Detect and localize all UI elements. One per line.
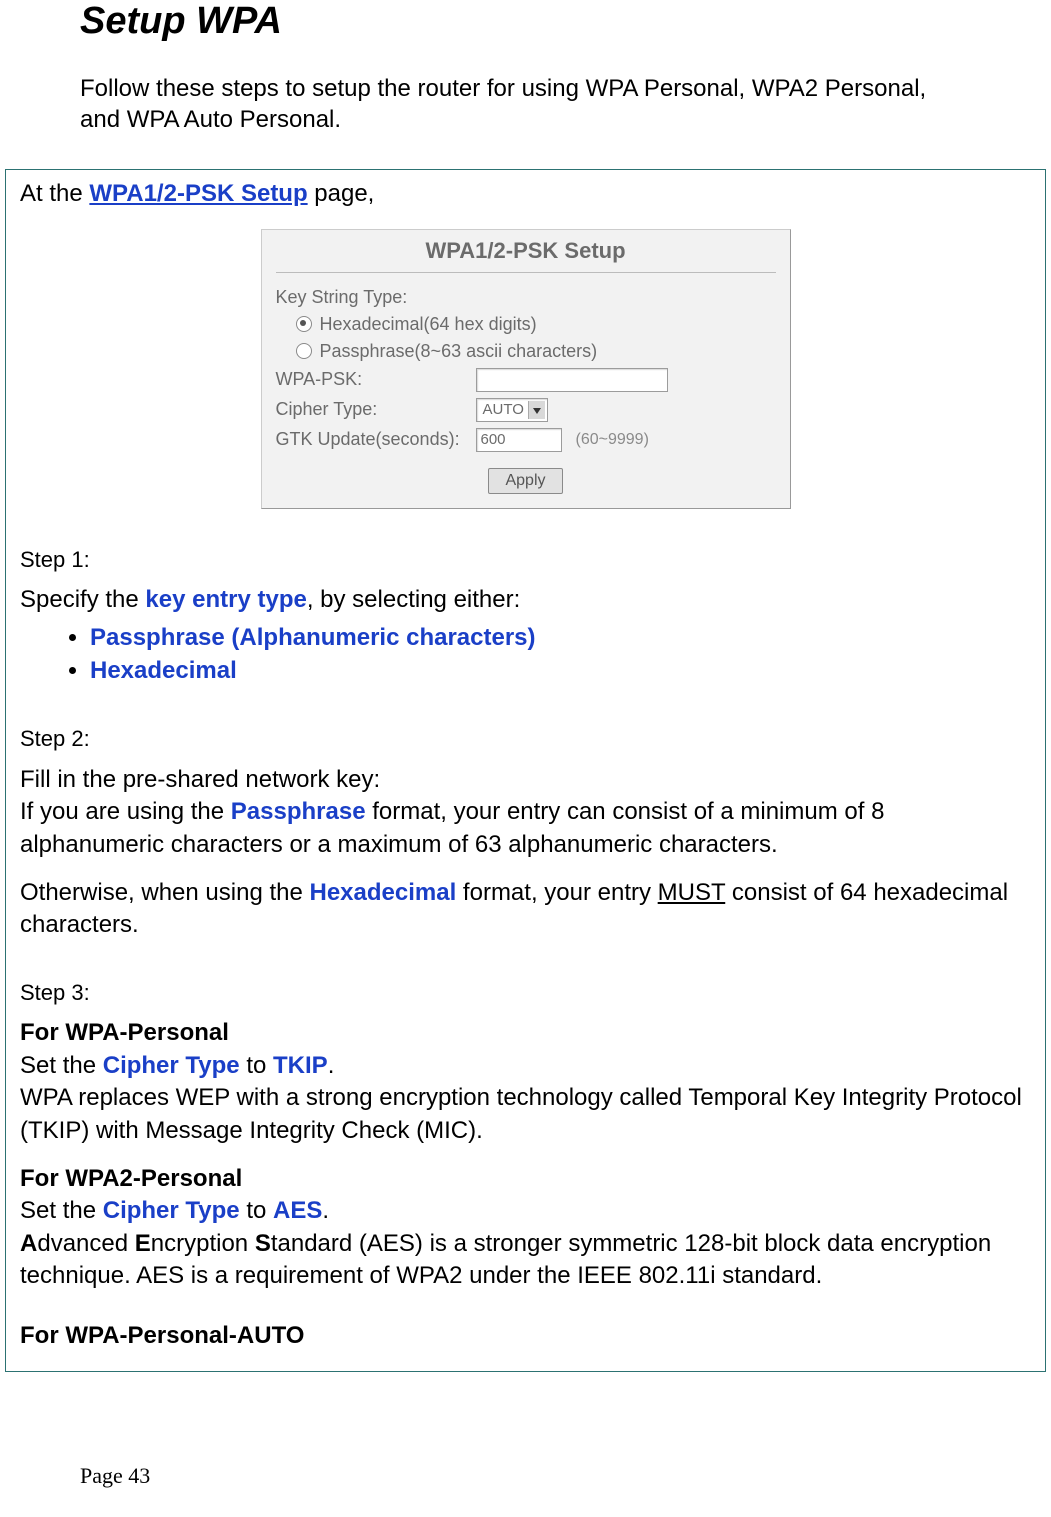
list-item: Passphrase (Alphanumeric characters) [90, 621, 1031, 655]
lead-pre: At the [20, 180, 89, 207]
t: TKIP [273, 1052, 328, 1079]
step2-line2: If you are using the Passphrase format, … [20, 796, 1031, 861]
lead-link: WPA1/2-PSK Setup [89, 180, 307, 207]
cipher-type-label: Cipher Type: [276, 399, 476, 420]
radio-hex-row[interactable]: Hexadecimal(64 hex digits) [276, 314, 776, 335]
step1-key: key entry type [145, 586, 306, 613]
radio-hex-label: Hexadecimal(64 hex digits) [320, 314, 537, 335]
step1-post: , by selecting either: [307, 586, 520, 613]
step2-l3-pre: Otherwise, when using the [20, 879, 310, 906]
t: . [322, 1197, 329, 1224]
wpa-personal-set: Set the Cipher Type to TKIP. [20, 1050, 1031, 1082]
step1-line: Specify the key entry type, by selecting… [20, 584, 1031, 616]
t: ncryption [151, 1230, 255, 1257]
option-hexadecimal: Hexadecimal [90, 657, 237, 684]
wpa2-personal-heading: For WPA2-Personal [20, 1163, 1031, 1195]
cipher-type-select[interactable]: AUTO [476, 398, 548, 422]
t: A [20, 1230, 37, 1257]
lead-line: At the WPA1/2-PSK Setup page, [20, 178, 1031, 210]
instruction-box: At the WPA1/2-PSK Setup page, WPA1/2-PSK… [5, 169, 1046, 1372]
step2-l2-key: Passphrase [231, 798, 366, 825]
t: Set the [20, 1052, 103, 1079]
radio-icon [296, 316, 312, 332]
step1-pre: Specify the [20, 586, 145, 613]
step3-label: Step 3: [20, 978, 1031, 1008]
radio-icon [296, 343, 312, 359]
wpa2-personal-desc: Advanced Encryption Standard (AES) is a … [20, 1228, 1031, 1293]
cipher-type-value: AUTO [483, 401, 524, 418]
chevron-down-icon [528, 401, 545, 419]
step1-options: Passphrase (Alphanumeric characters) Hex… [20, 621, 1031, 688]
wpa-personal-auto-heading: For WPA-Personal-AUTO [20, 1320, 1031, 1352]
lead-post: page, [308, 180, 375, 207]
gtk-label: GTK Update(seconds): [276, 429, 476, 450]
step2-l3-mid: format, your entry [456, 879, 657, 906]
step1-label: Step 1: [20, 545, 1031, 575]
t: dvanced [37, 1230, 134, 1257]
t: . [328, 1052, 335, 1079]
gtk-hint: (60~9999) [576, 431, 649, 449]
option-passphrase: Passphrase (Alphanumeric characters) [90, 624, 536, 651]
step2-l3-key: Hexadecimal [310, 879, 457, 906]
page-number: Page 43 [80, 1463, 150, 1489]
step2-line1: Fill in the pre-shared network key: [20, 764, 1031, 796]
wpa-psk-label: WPA-PSK: [276, 369, 476, 390]
t: AES [273, 1197, 322, 1224]
radio-pass-label: Passphrase(8~63 ascii characters) [320, 341, 598, 362]
t: Set the [20, 1197, 103, 1224]
wpa-psk-input[interactable] [476, 368, 668, 392]
t: to [240, 1197, 273, 1224]
step2-l2-pre: If you are using the [20, 798, 231, 825]
wpa2-personal-set: Set the Cipher Type to AES. [20, 1195, 1031, 1227]
step2-line3: Otherwise, when using the Hexadecimal fo… [20, 877, 1031, 942]
key-string-type-label: Key String Type: [276, 287, 776, 308]
t: to [240, 1052, 273, 1079]
wpa-personal-heading: For WPA-Personal [20, 1017, 1031, 1049]
step2-label: Step 2: [20, 724, 1031, 754]
page-heading: Setup WPA [0, 0, 1051, 43]
list-item: Hexadecimal [90, 654, 1031, 688]
radio-pass-row[interactable]: Passphrase(8~63 ascii characters) [276, 341, 776, 362]
apply-button[interactable]: Apply [488, 468, 562, 494]
t: Cipher Type [103, 1197, 240, 1224]
wpa-personal-desc: WPA replaces WEP with a strong encryptio… [20, 1082, 1031, 1147]
gtk-input[interactable]: 600 [476, 428, 562, 452]
intro-paragraph: Follow these steps to setup the router f… [0, 73, 1051, 145]
setup-screenshot: WPA1/2-PSK Setup Key String Type: Hexade… [261, 229, 791, 509]
shot-title: WPA1/2-PSK Setup [276, 238, 776, 273]
t: E [135, 1230, 151, 1257]
t: Cipher Type [103, 1052, 240, 1079]
step2-l3-must: MUST [658, 879, 726, 906]
t: S [255, 1230, 271, 1257]
